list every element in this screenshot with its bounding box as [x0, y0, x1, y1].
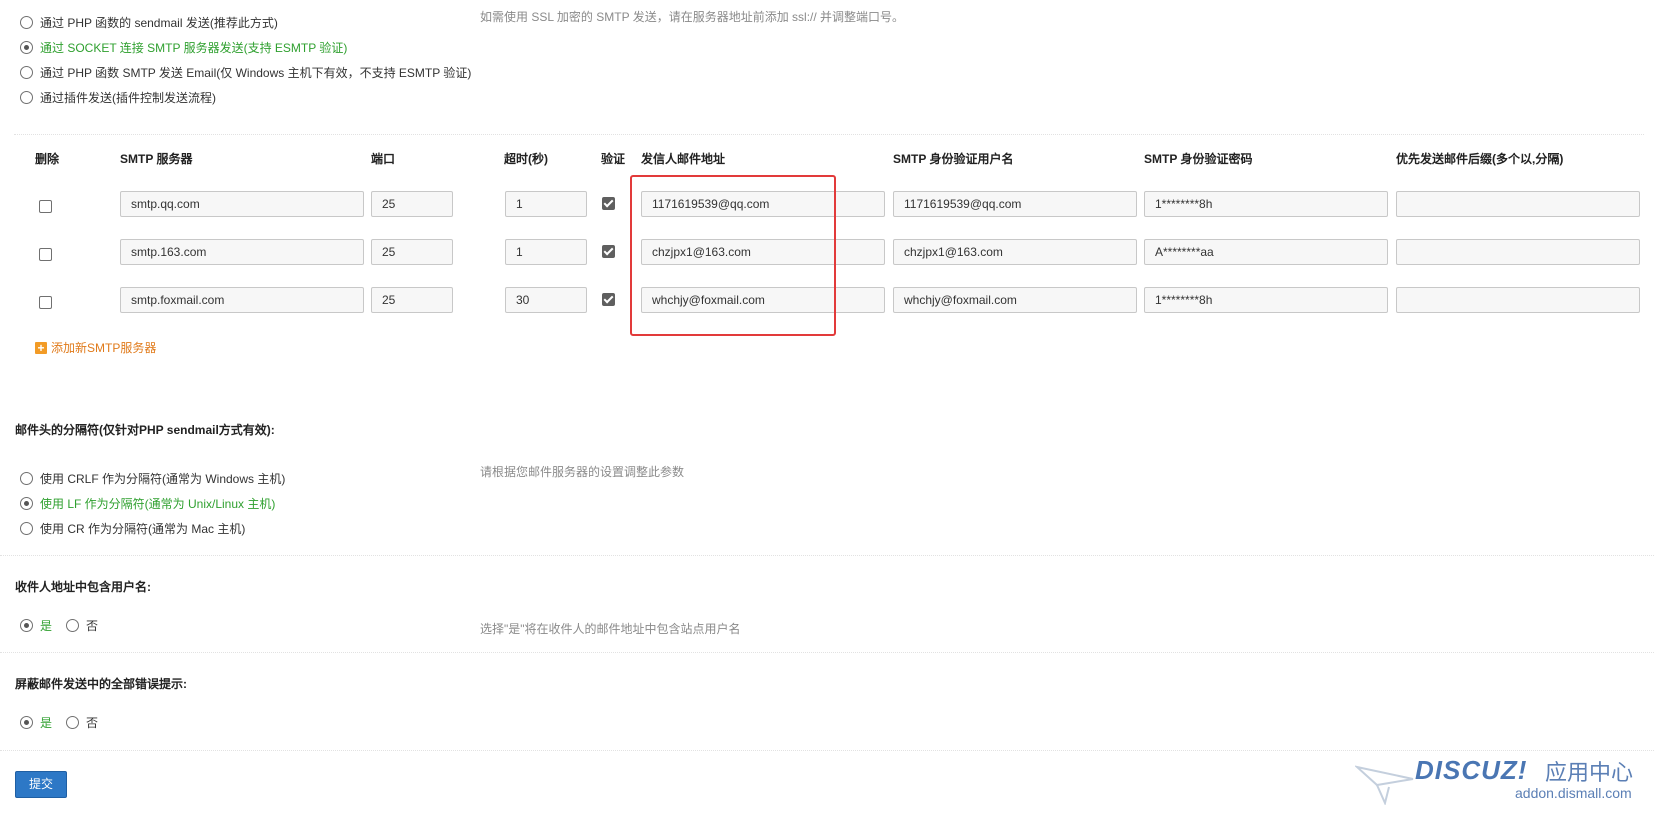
auth-checkbox[interactable]	[602, 245, 615, 258]
radio-circle[interactable]	[66, 618, 79, 632]
paper-plane-icon	[1355, 765, 1414, 805]
username-input[interactable]: whchjy@foxmail.com	[893, 287, 1137, 313]
radio-label: 通过 SOCKET 连接 SMTP 服务器发送(支持 ESMTP 验证)	[40, 40, 348, 55]
port-input[interactable]: 25	[371, 239, 453, 265]
radio-silent-no[interactable]: 否	[66, 713, 98, 731]
watermark-sub: 应用中心	[1545, 760, 1634, 785]
radio-silent-yes[interactable]: 是	[20, 713, 52, 731]
radio-lf[interactable]: 使用 LF 作为分隔符(通常为 Unix/Linux 主机)	[20, 494, 275, 512]
radio-label: 是	[40, 715, 53, 730]
radio-socket-smtp[interactable]: 通过 SOCKET 连接 SMTP 服务器发送(支持 ESMTP 验证)	[20, 38, 347, 56]
timeout-input[interactable]: 1	[505, 191, 587, 217]
radio-circle[interactable]	[20, 471, 33, 485]
mail-method-hint: 如需使用 SSL 加密的 SMTP 发送，请在服务器地址前添加 ssl:// 并…	[480, 10, 905, 24]
auth-checkbox[interactable]	[602, 293, 615, 306]
submit-button[interactable]: 提交	[15, 771, 67, 798]
header-from: 发信人邮件地址	[641, 152, 726, 166]
radio-label: 否	[86, 618, 99, 633]
username-input[interactable]: chzjpx1@163.com	[893, 239, 1137, 265]
add-smtp-label: 添加新SMTP服务器	[51, 341, 157, 355]
delete-checkbox[interactable]	[39, 200, 52, 213]
radio-include-no[interactable]: 否	[66, 616, 98, 634]
header-username: SMTP 身份验证用户名	[893, 152, 1014, 166]
discuz-watermark: DISCUZ! 应用中心 addon.dismall.com	[1355, 755, 1645, 810]
include-username-title: 收件人地址中包含用户名:	[15, 580, 151, 594]
radio-include-yes[interactable]: 是	[20, 616, 52, 634]
port-input[interactable]: 25	[371, 191, 453, 217]
radio-label: 是	[40, 618, 53, 633]
timeout-input[interactable]: 1	[505, 239, 587, 265]
delimiter-title: 邮件头的分隔符(仅针对PHP sendmail方式有效):	[15, 423, 275, 437]
divider	[0, 555, 1654, 556]
radio-sendmail[interactable]: 通过 PHP 函数的 sendmail 发送(推荐此方式)	[20, 13, 278, 31]
radio-circle[interactable]	[20, 715, 33, 729]
plus-icon: +	[35, 341, 47, 354]
header-port: 端口	[371, 152, 396, 166]
radio-label: 通过插件发送(插件控制发送流程)	[40, 90, 216, 105]
radio-label: 使用 LF 作为分隔符(通常为 Unix/Linux 主机)	[40, 496, 276, 511]
silent-errors-title: 屏蔽邮件发送中的全部错误提示:	[15, 677, 187, 691]
header-delete: 删除	[35, 152, 60, 166]
port-input[interactable]: 25	[371, 287, 453, 313]
divider	[0, 652, 1654, 653]
header-timeout: 超时(秒)	[504, 152, 548, 166]
radio-circle[interactable]	[20, 496, 33, 510]
header-password: SMTP 身份验证密码	[1144, 152, 1253, 166]
add-smtp-server-button[interactable]: + 添加新SMTP服务器	[35, 339, 156, 356]
password-input[interactable]: A********aa	[1144, 239, 1388, 265]
radio-cr[interactable]: 使用 CR 作为分隔符(通常为 Mac 主机)	[20, 519, 245, 537]
radio-circle[interactable]	[20, 40, 33, 54]
highlight-box	[630, 175, 836, 336]
radio-label: 使用 CR 作为分隔符(通常为 Mac 主机)	[40, 521, 246, 536]
suffix-input[interactable]	[1396, 239, 1640, 265]
radio-label: 使用 CRLF 作为分隔符(通常为 Windows 主机)	[40, 471, 286, 486]
suffix-input[interactable]	[1396, 191, 1640, 217]
header-server: SMTP 服务器	[120, 152, 193, 166]
include-username-hint: 选择"是"将在收件人的邮件地址中包含站点用户名	[480, 622, 741, 636]
username-input[interactable]: 1171619539@qq.com	[893, 191, 1137, 217]
header-auth: 验证	[601, 152, 626, 166]
radio-crlf[interactable]: 使用 CRLF 作为分隔符(通常为 Windows 主机)	[20, 469, 285, 487]
timeout-input[interactable]: 30	[505, 287, 587, 313]
server-input[interactable]: smtp.foxmail.com	[120, 287, 364, 313]
server-input[interactable]: smtp.qq.com	[120, 191, 364, 217]
divider	[0, 750, 1654, 751]
radio-circle[interactable]	[66, 715, 79, 729]
radio-circle[interactable]	[20, 15, 33, 29]
header-suffix: 优先发送邮件后缀(多个以,分隔)	[1396, 152, 1564, 166]
delete-checkbox[interactable]	[39, 296, 52, 309]
server-input[interactable]: smtp.163.com	[120, 239, 364, 265]
delimiter-hint: 请根据您邮件服务器的设置调整此参数	[480, 465, 685, 479]
password-input[interactable]: 1********8h	[1144, 191, 1388, 217]
watermark-url: addon.dismall.com	[1515, 785, 1632, 801]
divider	[14, 134, 1644, 135]
radio-label: 通过 PHP 函数的 sendmail 发送(推荐此方式)	[40, 15, 278, 30]
radio-label: 通过 PHP 函数 SMTP 发送 Email(仅 Windows 主机下有效，…	[40, 65, 472, 80]
auth-checkbox[interactable]	[602, 197, 615, 210]
delete-checkbox[interactable]	[39, 248, 52, 261]
password-input[interactable]: 1********8h	[1144, 287, 1388, 313]
radio-circle[interactable]	[20, 90, 33, 104]
watermark-brand: DISCUZ!	[1415, 755, 1528, 785]
radio-php-smtp[interactable]: 通过 PHP 函数 SMTP 发送 Email(仅 Windows 主机下有效，…	[20, 63, 471, 81]
radio-label: 否	[86, 715, 99, 730]
radio-circle[interactable]	[20, 521, 33, 535]
radio-plugin[interactable]: 通过插件发送(插件控制发送流程)	[20, 88, 216, 106]
radio-circle[interactable]	[20, 618, 33, 632]
radio-circle[interactable]	[20, 65, 33, 79]
suffix-input[interactable]	[1396, 287, 1640, 313]
